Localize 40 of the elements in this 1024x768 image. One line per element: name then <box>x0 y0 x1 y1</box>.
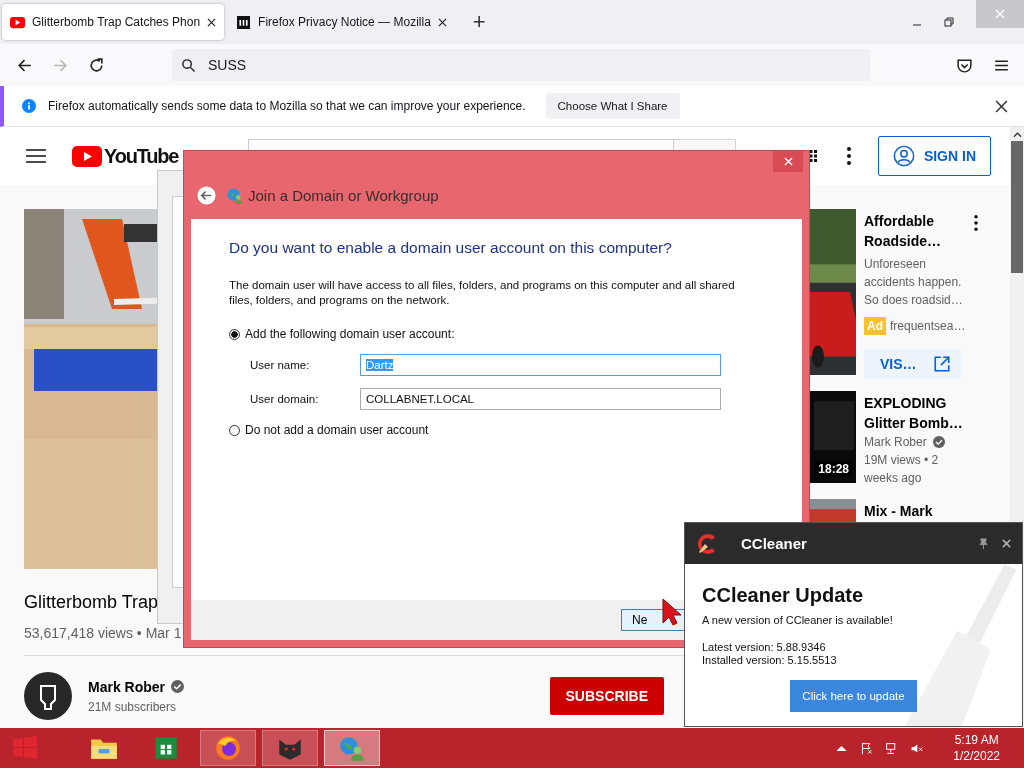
clock[interactable]: 5:19 AM 1/2/2022 <box>953 732 1000 764</box>
dialog-heading: Do you want to enable a domain user account on this computer? <box>229 239 673 257</box>
duration-badge: 18:28 <box>815 461 852 477</box>
video-meta: 19M views • 2 weeks ago <box>864 452 940 487</box>
video-title[interactable]: Affordable Roadside… <box>864 211 964 251</box>
video-meta: 53,617,418 views • Mar 1 <box>24 625 182 641</box>
video-title: Glitterbomb Trap <box>24 592 159 613</box>
clock-time: 5:19 AM <box>954 732 999 748</box>
notification-text: Firefox automatically sends some data to Mozilla so that we can improve your experience. <box>48 99 526 113</box>
installed-version: Installed version: 5.15.5513 <box>702 654 838 667</box>
popup-message: A new version of CCleaner is available! <box>702 614 894 626</box>
channel-name[interactable]: Mark Rober <box>864 433 927 451</box>
visit-button[interactable]: VIS… <box>864 349 961 379</box>
field-label: User name: <box>250 359 311 371</box>
field-label: User domain: <box>250 393 320 405</box>
choose-what-i-share-button[interactable]: Choose What I Share <box>545 93 680 119</box>
dialog-title: Join a Domain or Workgroup <box>248 186 439 204</box>
browser-tab[interactable]: Firefox Privacy Notice — Mozilla <box>228 4 455 40</box>
subscribe-button[interactable]: SUBSCRIBE <box>549 677 664 715</box>
clock-date: 1/2/2022 <box>953 748 1000 764</box>
channel-name[interactable]: Mark Rober <box>88 678 166 695</box>
address-bar[interactable]: SUSS <box>172 49 870 81</box>
input-field[interactable]: COLLABNET.LOCAL <box>360 388 721 410</box>
dialog-description: The domain user will have access to all files, folders, and programs on this computer and all shared files, folders, and programs on the network. <box>229 278 736 308</box>
popup-heading: CCleaner Update <box>702 584 865 607</box>
sign-in-button[interactable]: SIGN IN <box>877 136 991 176</box>
latest-version: Latest version: 5.88.9346 <box>702 641 827 654</box>
update-button[interactable]: Click here to update <box>790 680 917 712</box>
radio-option[interactable]: Add the following domain user account: <box>229 327 764 341</box>
popup-title: CCleaner <box>741 535 807 552</box>
advertiser-name: frequentsea… <box>890 319 966 333</box>
ad-badge: Ad <box>864 317 886 335</box>
browser-tab[interactable]: Glitterbomb Trap Catches Phon <box>2 4 225 40</box>
ad-description: Unforeseen accidents happen. So does roadsid… <box>864 256 964 309</box>
radio-option[interactable]: Do not add a domain user account <box>229 423 764 437</box>
logo-text[interactable]: YouTube <box>104 144 179 168</box>
subscriber-count: 21M subscribers <box>88 699 178 714</box>
video-title[interactable]: EXPLODING Glitter Bomb… <box>864 393 964 433</box>
new-tab-button[interactable]: + <box>472 9 486 35</box>
video-title[interactable]: Mix - Mark <box>864 501 964 521</box>
